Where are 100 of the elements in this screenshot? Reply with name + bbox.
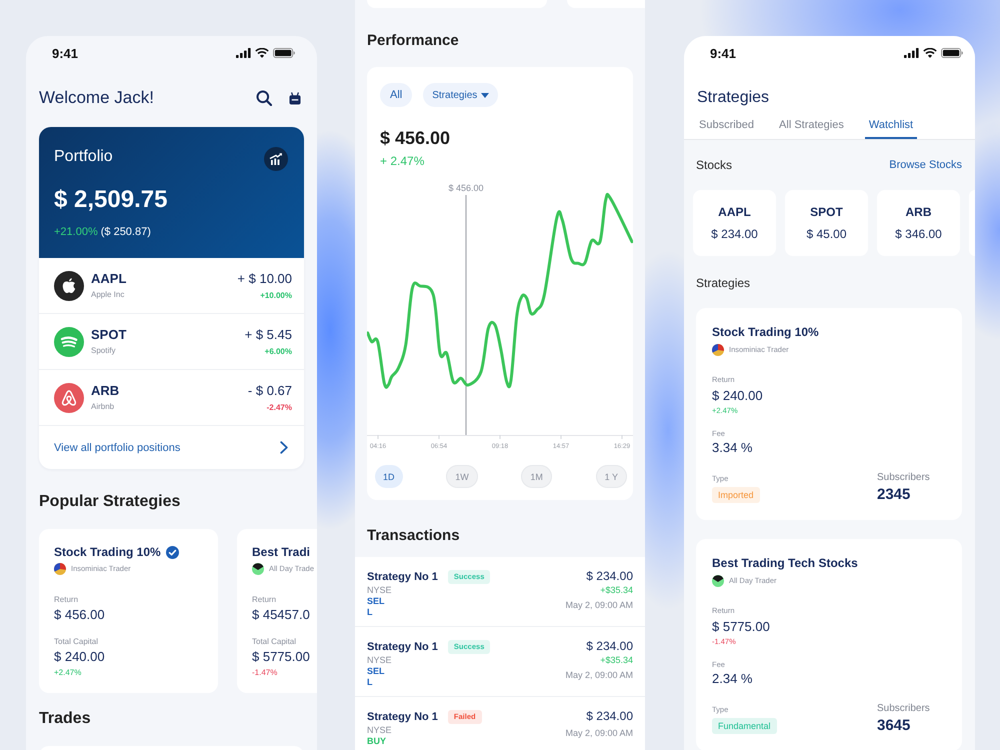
portfolio-change-percent: +21.00% (54, 225, 98, 239)
trade-time: May 2, 09:00 AM (565, 669, 633, 681)
position-change-percent: +6.00% (264, 346, 292, 356)
battery-icon (273, 48, 295, 58)
portfolio-value: $ 2,509.75 (54, 186, 168, 214)
type-badge: Imported (712, 487, 760, 503)
stock-price: $ 234.00 (711, 226, 758, 242)
trade-side-label: SELL (367, 666, 386, 688)
strategy-name: Strategy No 1 (367, 640, 438, 652)
welcome-title: Welcome Jack! (39, 88, 154, 108)
capital-label: Total Capital (252, 637, 298, 647)
filter-chip[interactable]: All (380, 83, 412, 107)
tab[interactable]: All Strategies (775, 115, 848, 139)
battery-icon (941, 48, 963, 58)
subscribers-label: Subscribers (877, 703, 930, 715)
trade-side-label: BUY (367, 736, 388, 747)
company-name: Spotify (91, 345, 116, 356)
trade-time: May 2, 09:00 AM (565, 727, 633, 739)
change-percent: -1.47% (252, 668, 278, 678)
company-name: Apple Inc (91, 289, 126, 300)
chevron-right-icon[interactable] (280, 441, 288, 454)
screen-title: Strategies (696, 88, 770, 108)
trade-profit: +$35.34 (599, 584, 633, 596)
section-title: Strategies (696, 275, 752, 291)
trade-time: May 2, 09:00 AM (565, 599, 633, 611)
stock-card[interactable]: AAPL $ 234.00 (693, 190, 776, 256)
stock-ticker: AAPL (91, 271, 128, 287)
position-change: - $ 0.67 (248, 382, 292, 398)
trade-amount: $ 234.00 (585, 569, 633, 584)
browse-stocks-link[interactable]: Browse Stocks (889, 159, 962, 171)
tab[interactable]: Watchlist (864, 115, 918, 139)
stock-ticker: SPOT (810, 204, 843, 220)
stock-card[interactable]: SPOT $ 45.00 (785, 190, 868, 256)
signal-icon (236, 48, 251, 58)
tab[interactable]: Subscribed (695, 115, 758, 139)
growth-chart-icon[interactable] (264, 147, 288, 171)
stock-price: $ 45.00 (806, 226, 847, 242)
trade-side-label: SELL (367, 596, 386, 618)
capital-label: Total Capital (54, 637, 100, 647)
section-title: Performance (367, 31, 460, 51)
avatar-icon (54, 563, 66, 575)
subscribers-count: 3645 (877, 717, 910, 735)
section-title: Popular Strategies (39, 492, 182, 512)
return-value: $ 456.00 (54, 607, 106, 623)
section-title: Trades (39, 709, 92, 729)
axis-tick (438, 434, 440, 440)
exchange-label: NYSE (367, 584, 393, 596)
return-label: Return (54, 595, 80, 605)
strategy-title: Stock Trading 10% (54, 544, 161, 560)
search-icon[interactable] (256, 90, 272, 106)
type-badge: Fundamental (712, 718, 777, 734)
strategy-name: Strategy No 1 (367, 570, 438, 582)
trade-profit: +$35.34 (599, 654, 633, 666)
robot-icon[interactable] (289, 92, 301, 104)
avatar-icon (712, 575, 724, 587)
position-change-percent: +10.00% (259, 290, 292, 300)
subscribers-label: Subscribers (877, 472, 930, 484)
change-percent: +2.47% (54, 668, 82, 678)
subscribers-count: 2345 (877, 486, 910, 504)
strategy-title: Stock Trading 10% (712, 324, 820, 340)
portfolio-title: Portfolio (54, 147, 113, 167)
strategy-title: Best Tradi (252, 544, 310, 560)
return-value: $ 240.00 (712, 388, 764, 404)
position-change: + $ 10.00 (237, 270, 292, 286)
capital-value: $ 240.00 (54, 649, 106, 665)
crosshair-label: $ 456.00 (448, 183, 484, 193)
wifi-icon (255, 48, 269, 58)
price-value: $ 456.00 (379, 127, 452, 149)
section-title: Transactions (367, 526, 461, 546)
axis-tick (560, 434, 562, 440)
stock-card[interactable]: ARB $ 346.00 (877, 190, 960, 256)
position-change-percent: -2.47% (266, 402, 292, 412)
section-title: Stocks (696, 157, 732, 173)
signal-icon (904, 48, 919, 58)
strategy-title: Best Trading Tech Stocks (712, 555, 859, 571)
price-change: + 2.47% (379, 154, 426, 169)
trade-amount: $ 234.00 (585, 639, 633, 654)
fee-value: 2.34 % (712, 671, 754, 687)
stock-ticker: SPOT (91, 327, 128, 343)
avatar-icon (252, 563, 264, 575)
stock-price: $ 346.00 (895, 226, 942, 242)
wifi-icon (923, 48, 937, 58)
return-label: Return (252, 595, 278, 605)
portfolio-change-amount: ($ 250.87) (100, 225, 151, 239)
company-name: Airbnb (91, 401, 116, 412)
filter-chip[interactable]: Strategies (423, 83, 498, 107)
stock-ticker: ARB (906, 204, 932, 220)
avatar-icon (712, 344, 724, 356)
view-all-link[interactable]: View all portfolio positions (54, 442, 180, 454)
capital-value: $ 5775.00 (252, 649, 311, 665)
strategy-name: Strategy No 1 (367, 710, 438, 722)
return-value: $ 45457.0 (252, 607, 311, 623)
stock-ticker: AAPL (718, 204, 751, 220)
status-time: 9:41 (52, 46, 78, 60)
status-time: 9:41 (710, 46, 736, 60)
exchange-label: NYSE (367, 724, 393, 736)
stock-ticker: ARB (91, 383, 120, 399)
position-change: + $ 5.45 (244, 326, 292, 342)
range-tab[interactable]: 1D (375, 465, 403, 488)
exchange-label: NYSE (367, 654, 393, 666)
